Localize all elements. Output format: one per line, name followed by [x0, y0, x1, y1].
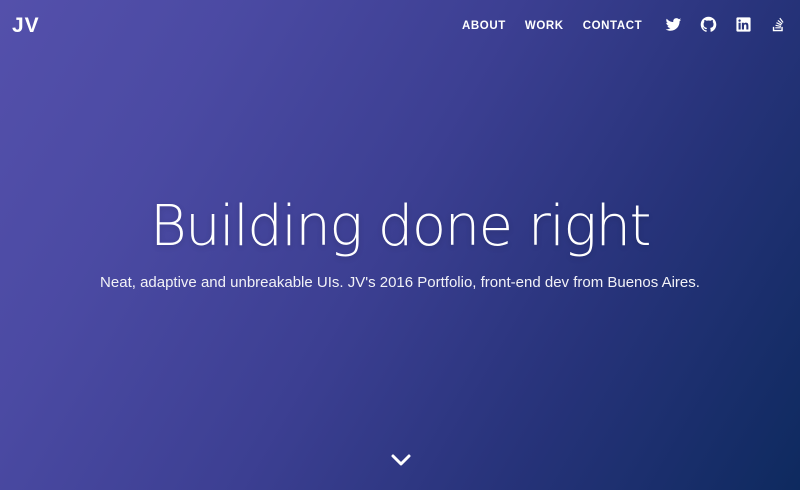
main-nav: ABOUT WORK CONTACT: [462, 19, 661, 33]
linkedin-icon: [736, 17, 751, 32]
hero-subtitle: Neat, adaptive and unbreakable UIs. JV's…: [100, 274, 700, 291]
social-links: [665, 16, 787, 33]
stackoverflow-link[interactable]: [770, 16, 787, 33]
hero-headline: Building done right: [150, 194, 651, 259]
twitter-icon: [665, 18, 682, 31]
scroll-down-button[interactable]: [390, 452, 412, 468]
site-logo[interactable]: JV: [12, 14, 40, 38]
github-icon: [700, 16, 717, 32]
github-link[interactable]: [700, 16, 717, 33]
nav-item-work[interactable]: WORK: [525, 19, 564, 33]
chevron-down-icon: [391, 454, 411, 466]
stackoverflow-icon: [772, 17, 784, 32]
nav-item-about[interactable]: ABOUT: [462, 19, 506, 33]
nav-item-contact[interactable]: CONTACT: [583, 19, 643, 33]
linkedin-link[interactable]: [735, 16, 752, 33]
twitter-link[interactable]: [665, 16, 682, 33]
hero-section: JV ABOUT WORK CONTACT Building done righ…: [0, 0, 800, 490]
